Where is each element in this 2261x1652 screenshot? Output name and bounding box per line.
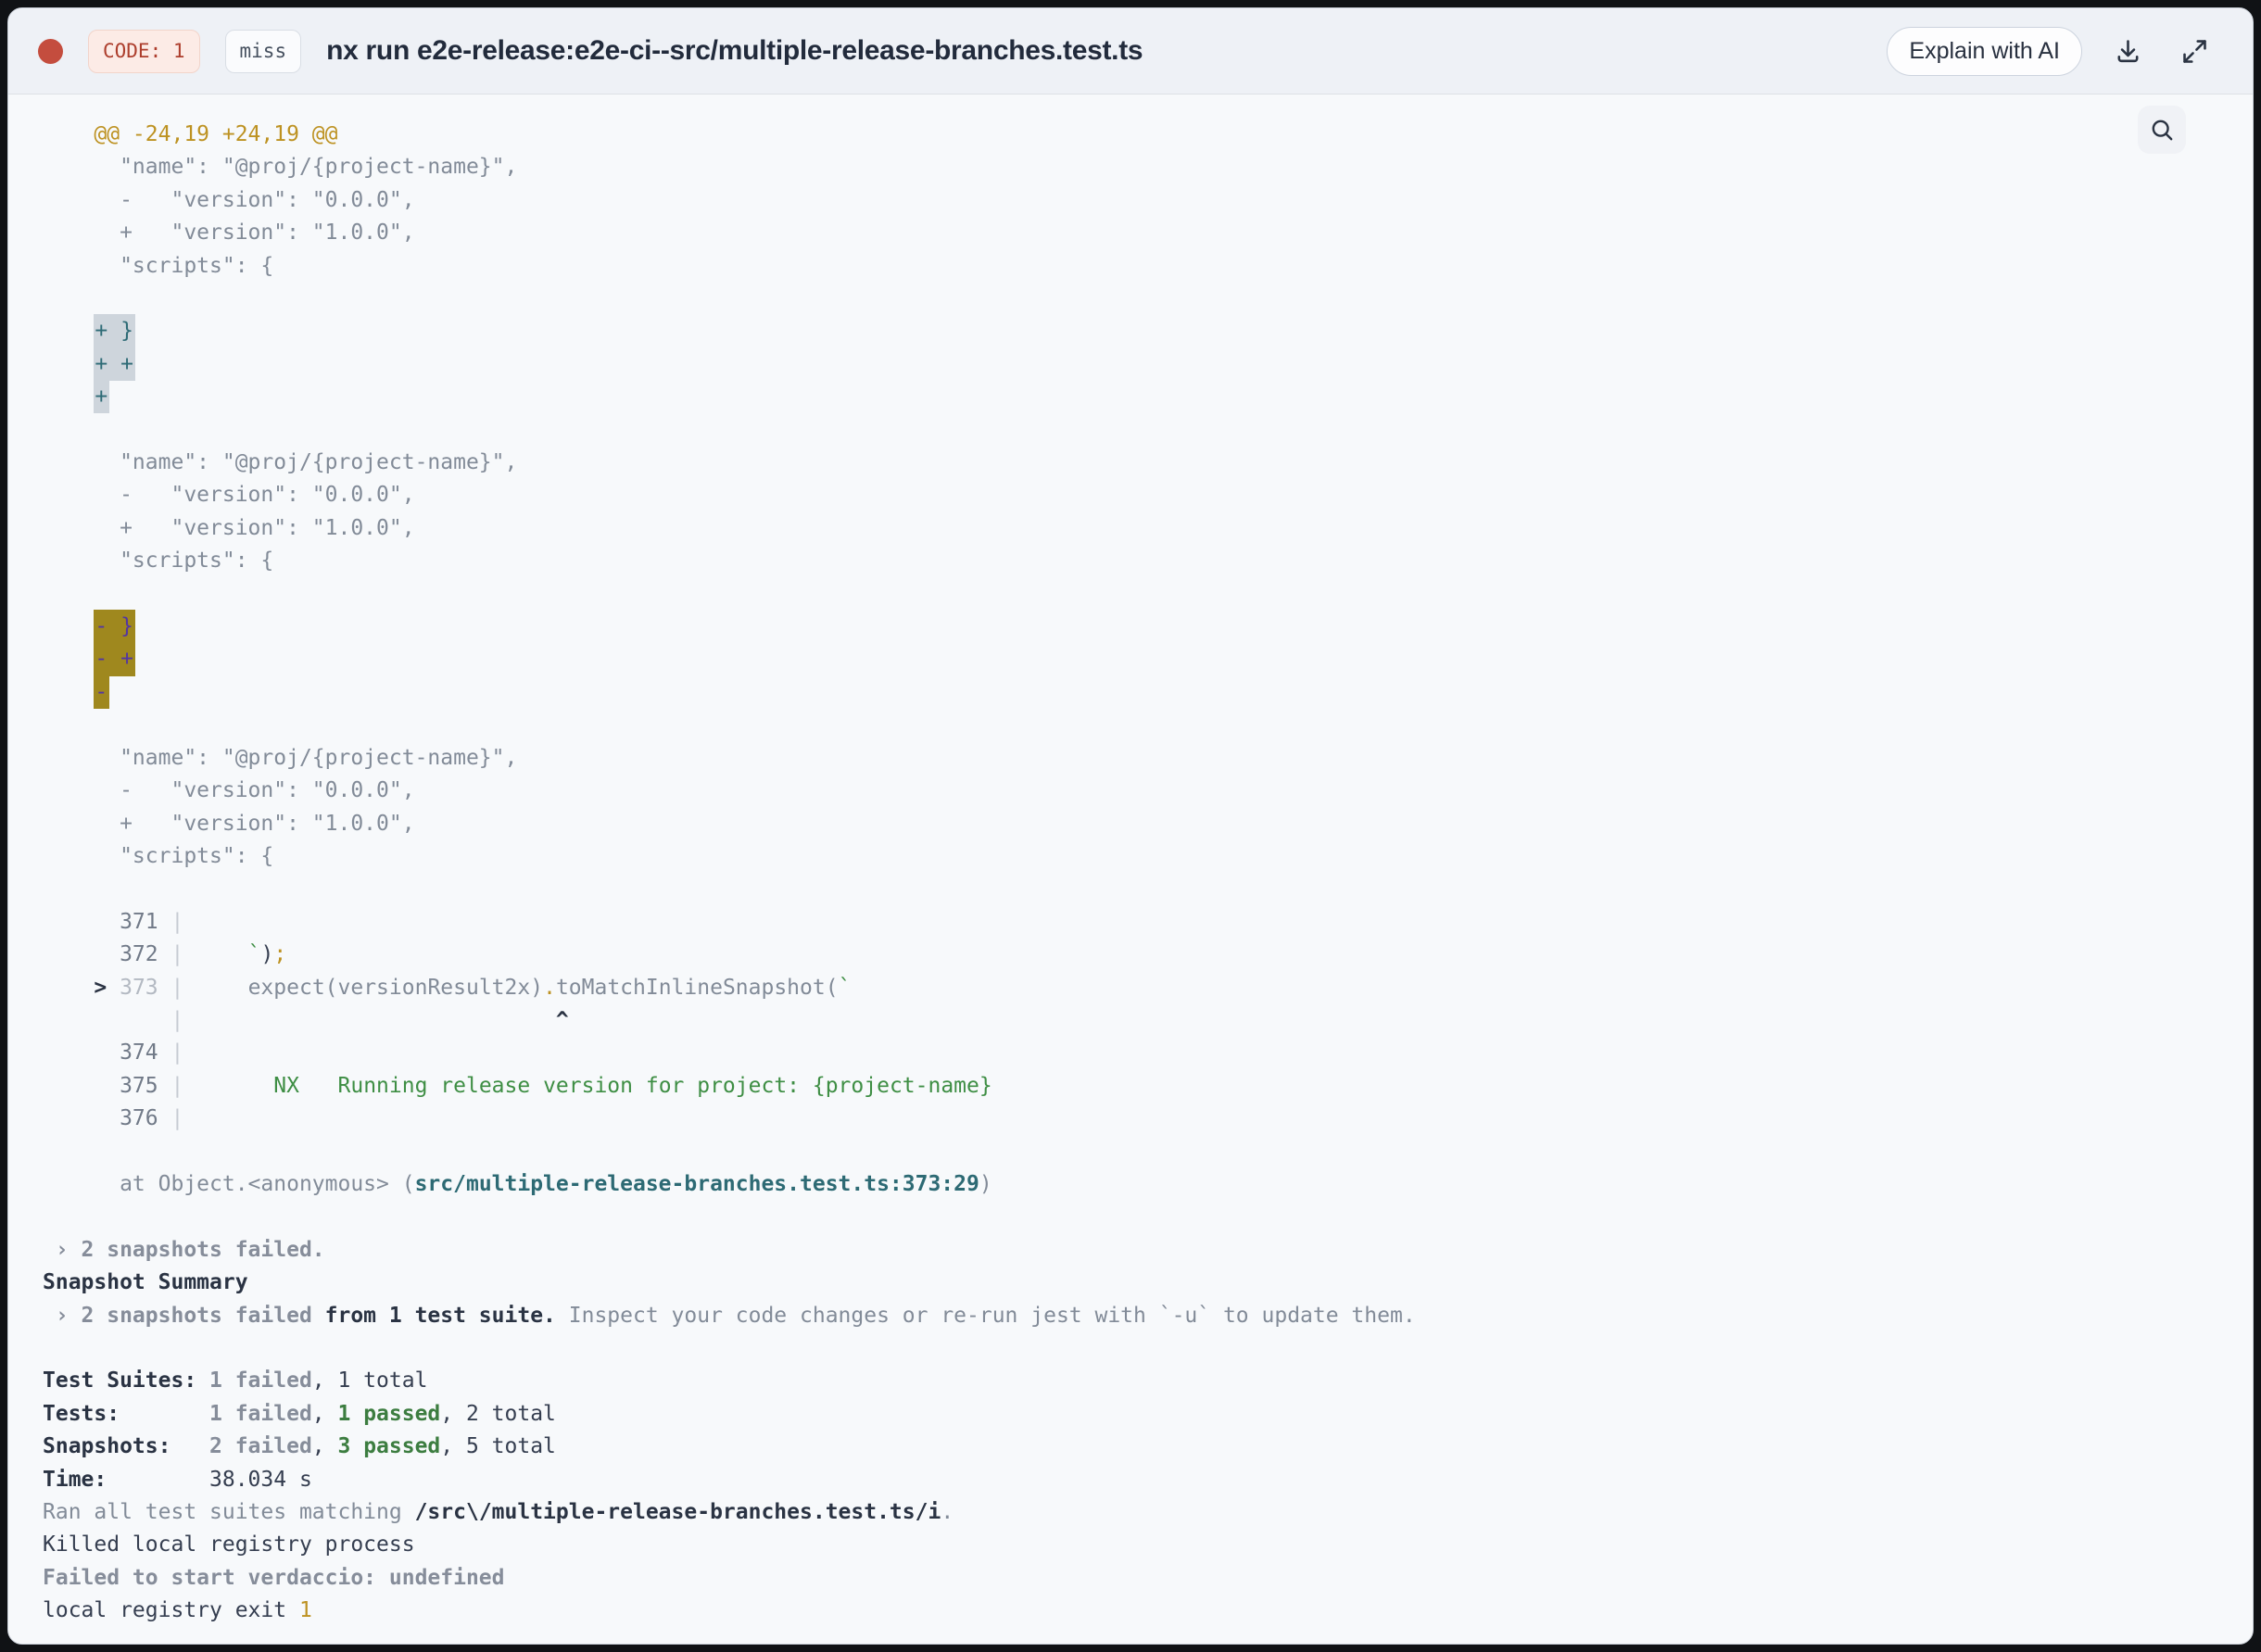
- log-segment: 1 failed: [209, 1368, 312, 1393]
- log-segment: ): [979, 1172, 992, 1196]
- log-segment: .: [941, 1500, 954, 1525]
- log-segment: NX Running release version for project: …: [183, 1073, 992, 1098]
- log-segment: 373: [120, 975, 171, 1000]
- log-segment: @@ -24,19 +24,19 @@: [43, 122, 338, 146]
- log-segment: -: [94, 675, 110, 710]
- terminal-log[interactable]: @@ -24,19 +24,19 @@ "name": "@proj/{proj…: [8, 95, 2253, 1644]
- log-segment: + "version": "1.0.0",: [43, 811, 415, 836]
- fullscreen-button[interactable]: [2173, 30, 2216, 72]
- log-segment: › 2 snapshots failed.: [43, 1237, 325, 1262]
- log-segment: >: [43, 975, 120, 1000]
- explain-with-ai-button[interactable]: Explain with AI: [1887, 26, 2082, 76]
- log-segment: "name": "@proj/{project-name}",: [43, 155, 518, 180]
- task-title: nx run e2e-release:e2e-ci--src/multiple-…: [326, 35, 1143, 66]
- log-segment: 374: [43, 1040, 171, 1066]
- log-segment: Inspect your code changes or re-run jest…: [555, 1303, 1416, 1328]
- log-segment: , 2 total: [440, 1401, 556, 1426]
- log-segment: local registry exit: [43, 1598, 299, 1623]
- log-segment: from 1 test suite.: [311, 1303, 556, 1328]
- log-segment: 376: [43, 1106, 171, 1131]
- log-segment: , 5 total: [440, 1434, 556, 1459]
- log-segment: "name": "@proj/{project-name}",: [43, 745, 518, 770]
- log-segment: Tests:: [43, 1401, 210, 1426]
- log-segment: [183, 942, 247, 966]
- log-segment: `: [838, 975, 852, 1000]
- log-segment: 1 passed: [337, 1401, 441, 1426]
- log-segment: ;: [273, 942, 287, 967]
- log-segment: › 2 snapshots failed: [43, 1303, 312, 1328]
- log-segment: - +: [94, 642, 135, 676]
- log-segment: Snapshots:: [43, 1434, 210, 1459]
- log-segment: ,: [311, 1434, 338, 1459]
- cache-miss-badge: miss: [224, 29, 302, 73]
- log-segment: .: [543, 975, 556, 1000]
- log-segment: Time:: [43, 1467, 210, 1492]
- log-segment: ,: [311, 1401, 338, 1426]
- log-segment: at Object.<anonymous> (: [43, 1172, 415, 1196]
- log-segment: [43, 352, 94, 376]
- search-icon: [2152, 120, 2172, 140]
- log-segment: 3 passed: [337, 1434, 441, 1459]
- log-segment: ^: [183, 1007, 569, 1032]
- log-segment: + +: [94, 347, 135, 382]
- log-segment: src/multiple-release-branches.test.ts:37…: [414, 1172, 979, 1196]
- log-segment: + "version": "1.0.0",: [43, 221, 415, 246]
- log-segment: |: [171, 1106, 184, 1131]
- log-segment: [43, 680, 94, 704]
- log-segment: |: [171, 942, 184, 967]
- log-segment: [43, 385, 94, 409]
- log-segment: +: [94, 380, 110, 414]
- task-output-window: CODE: 1 miss nx run e2e-release:e2e-ci--…: [7, 7, 2254, 1645]
- status-dot: [38, 38, 63, 64]
- log-segment: Ran all test suites matching: [43, 1500, 415, 1525]
- header-actions: Explain with AI: [1887, 26, 2216, 76]
- log-segment: + }: [94, 314, 135, 348]
- log-segment: "name": "@proj/{project-name}",: [43, 450, 518, 475]
- log-segment: |: [171, 975, 184, 1000]
- log-segment: /src\/multiple-release-branches.test.ts/…: [414, 1500, 941, 1525]
- log-segment: "scripts": {: [43, 253, 274, 278]
- log-segment: 372: [43, 942, 171, 967]
- log-segment: 1 failed: [209, 1401, 312, 1426]
- log-segment: ): [260, 942, 274, 967]
- download-icon: [2117, 39, 2138, 62]
- log-segment: - "version": "0.0.0",: [43, 483, 415, 508]
- log-segment: Failed to start verdaccio: undefined: [43, 1565, 505, 1590]
- download-log-button[interactable]: [2106, 30, 2149, 72]
- search-log-button[interactable]: [2138, 106, 2186, 154]
- log-segment: |: [171, 909, 184, 934]
- log-segment: Test Suites:: [43, 1368, 210, 1393]
- log-segment: "scripts": {: [43, 549, 274, 574]
- expand-icon: [2182, 39, 2206, 63]
- log-segment: + "version": "1.0.0",: [43, 515, 415, 540]
- log-segment: , 1 total: [311, 1368, 428, 1393]
- terminal-panel: @@ -24,19 +24,19 @@ "name": "@proj/{proj…: [8, 95, 2253, 1644]
- log-segment: [43, 614, 94, 638]
- log-segment: 1: [298, 1598, 312, 1623]
- log-segment: |: [171, 1073, 184, 1098]
- log-segment: 375: [43, 1073, 171, 1098]
- log-segment: [43, 319, 94, 343]
- log-segment: - }: [94, 609, 135, 644]
- log-segment: |: [43, 1007, 184, 1032]
- exit-code-badge: CODE: 1: [88, 29, 200, 73]
- log-segment: |: [171, 1040, 184, 1066]
- log-segment: - "version": "0.0.0",: [43, 187, 415, 212]
- log-segment: expect(versionResult2x): [183, 975, 544, 1000]
- log-segment: 2 failed: [209, 1434, 312, 1459]
- log-segment: `: [247, 942, 261, 967]
- log-segment: "scripts": {: [43, 843, 274, 868]
- log-segment: - "version": "0.0.0",: [43, 778, 415, 803]
- log-segment: Killed local registry process: [43, 1532, 415, 1557]
- header: CODE: 1 miss nx run e2e-release:e2e-ci--…: [8, 8, 2253, 95]
- log-segment: 371: [43, 909, 171, 934]
- log-segment: 38.034 s: [209, 1467, 312, 1492]
- log-segment: toMatchInlineSnapshot(: [555, 975, 839, 1000]
- log-segment: Snapshot Summary: [43, 1270, 248, 1295]
- log-segment: [43, 648, 94, 672]
